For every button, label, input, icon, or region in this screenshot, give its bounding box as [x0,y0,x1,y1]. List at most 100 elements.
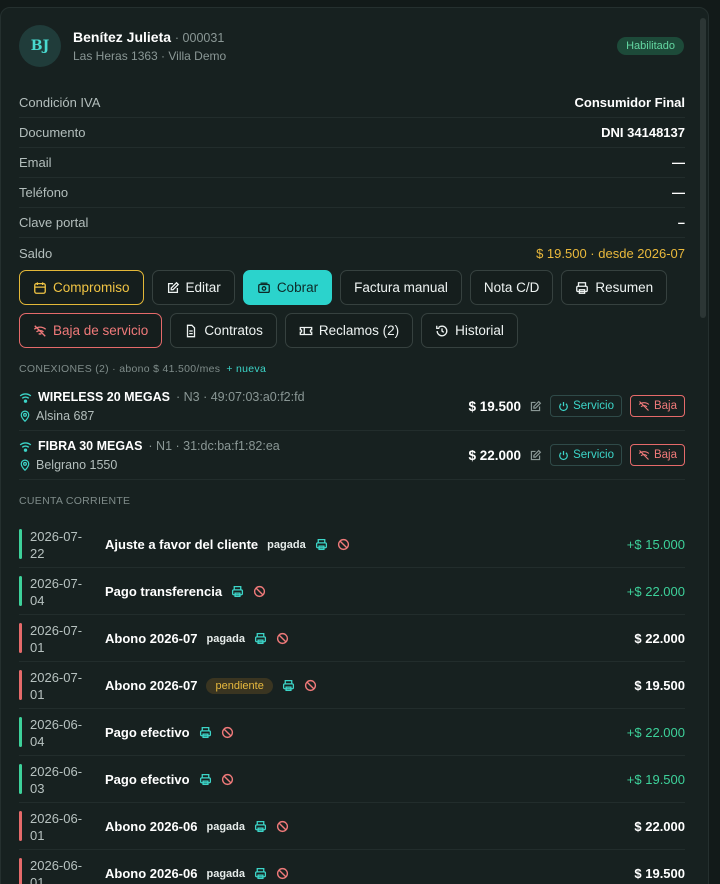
printer-icon[interactable] [254,867,267,880]
new-connection-link[interactable]: + nueva [226,363,266,375]
printer-icon[interactable] [231,585,244,598]
reclamos-button[interactable]: Reclamos (2) [284,313,414,348]
transaction-amount: $ 19.500 [634,678,685,693]
cancel-icon[interactable] [253,585,266,598]
baja-label: Baja [653,400,677,412]
resumen-label: Resumen [595,280,654,295]
printer-icon[interactable] [254,820,267,833]
historial-button[interactable]: Historial [421,313,518,348]
connection-row: WIRELESS 20 MEGAS · N3 · 49:07:03:a0:f2:… [19,382,685,431]
cash-icon [257,282,270,293]
cancel-icon[interactable] [221,726,234,739]
action-bar-secondary: Baja de servicio Contratos Reclamos (2) … [19,313,689,348]
factura-manual-label: Factura manual [354,280,448,295]
printer-icon[interactable] [254,632,267,645]
detail-label: Saldo [19,245,53,261]
contratos-button[interactable]: Contratos [170,313,277,348]
connection-location: Alsina 687 [36,409,95,423]
client-id: · 000031 [174,31,225,45]
transaction-date: 2026-07-01 [30,670,83,702]
type-indicator [19,811,22,841]
connection-meta: · N1 · 31:dc:ba:f1:82:ea [148,439,280,453]
status-tag: pagada [267,538,306,551]
edit-icon[interactable] [529,400,542,413]
baja-button[interactable]: Baja [629,444,685,466]
factura-manual-button[interactable]: Factura manual [340,270,462,305]
nota-cd-button[interactable]: Nota C/D [469,270,554,305]
cancel-icon[interactable] [276,867,289,880]
contratos-label: Contratos [204,323,263,338]
detail-value: — [672,185,685,200]
detail-row-saldo: Saldo $ 19.500 · desde 2026-07 [19,238,685,268]
type-indicator [19,623,22,653]
transaction-date: 2026-06-03 [30,764,83,796]
detail-row-email: Email — [19,148,685,178]
transaction-description: Abono 2026-06 [105,866,198,881]
transaction-amount: $ 22.000 [634,819,685,834]
transaction-description: Abono 2026-07 [105,631,198,646]
cancel-icon[interactable] [304,679,317,692]
nota-cd-label: Nota C/D [483,280,540,295]
details-list: Condición IVA Consumidor Final Documento D… [19,88,685,268]
transaction-date: 2026-07-01 [30,623,83,655]
client-panel: BJ Benítez Julieta · 000031 Las Heras 13… [0,7,709,884]
status-tag: pagada [206,867,245,880]
detail-label: Documento [19,125,86,140]
transaction-amount: +$ 22.000 [626,725,685,740]
balance-value: $ 19.500 · desde 2026-07 [536,245,685,261]
transaction-row: 2026-06-01 Abono 2026-06 pagada $ 19.500 [19,850,685,884]
transaction-description: Pago transferencia [105,584,223,599]
compromiso-button[interactable]: Compromiso [19,270,144,305]
transaction-description-group: Pago efectivo [105,756,234,803]
detail-row-clave: Clave portal – [19,208,685,238]
connection-name: WIRELESS 20 MEGAS [38,390,170,404]
connection-amount: $ 19.500 [468,398,522,414]
client-name: Benítez Julieta [73,29,172,45]
transaction-amount: +$ 15.000 [626,537,685,552]
transaction-amount: +$ 19.500 [626,772,685,787]
transaction-description: Pago efectivo [105,772,190,787]
transaction-date: 2026-06-01 [30,811,83,843]
edit-icon[interactable] [529,449,542,462]
transaction-row: 2026-07-22 Ajuste a favor del cliente paga… [19,521,685,568]
status-tag: pagada [206,632,245,645]
location-pin-icon [20,459,30,471]
scrollbar[interactable] [700,18,706,318]
ticket-icon [299,326,313,335]
detail-value: – [677,215,685,230]
transaction-description-group: Abono 2026-06 pagada [105,850,289,884]
detail-label: Clave portal [19,215,89,230]
client-name-line: Benítez Julieta · 000031 [73,29,226,45]
service-button[interactable]: Servicio [550,395,622,417]
transaction-description-group: Pago efectivo [105,709,234,756]
printer-icon[interactable] [199,773,212,786]
service-button[interactable]: Servicio [550,444,622,466]
transaction-row: 2026-07-04 Pago transferencia +$ 22.000 [19,568,685,615]
transaction-description-group: Abono 2026-06 pagada [105,803,289,850]
detail-label: Teléfono [19,185,69,200]
transaction-description: Ajuste a favor del cliente [105,537,259,552]
cancel-icon[interactable] [276,820,289,833]
type-indicator [19,717,22,747]
cobrar-button[interactable]: Cobrar [242,270,333,305]
printer-icon[interactable] [199,726,212,739]
detail-label: Condición IVA [19,95,101,110]
transaction-description-group: Ajuste a favor del cliente pagada [105,521,350,568]
type-indicator [19,670,22,700]
resumen-button[interactable]: Resumen [561,270,668,305]
baja-servicio-button[interactable]: Baja de servicio [19,313,163,348]
baja-label: Baja [653,449,677,461]
cancel-icon[interactable] [337,538,350,551]
action-bar-primary: Compromiso Editar Cobrar Factura manual … [19,270,689,305]
cancel-icon[interactable] [221,773,234,786]
transaction-amount: $ 22.000 [634,631,685,646]
editar-button[interactable]: Editar [151,270,235,305]
printer-icon[interactable] [315,538,328,551]
transaction-date: 2026-07-22 [30,529,83,561]
cancel-icon[interactable] [276,632,289,645]
printer-icon[interactable] [282,679,295,692]
transaction-row: 2026-07-01 Abono 2026-07 pagada $ 22.000 [19,615,685,662]
transaction-date: 2026-06-01 [30,858,83,884]
client-header: BJ Benítez Julieta · 000031 Las Heras 13… [19,24,684,68]
baja-button[interactable]: Baja [629,395,685,417]
